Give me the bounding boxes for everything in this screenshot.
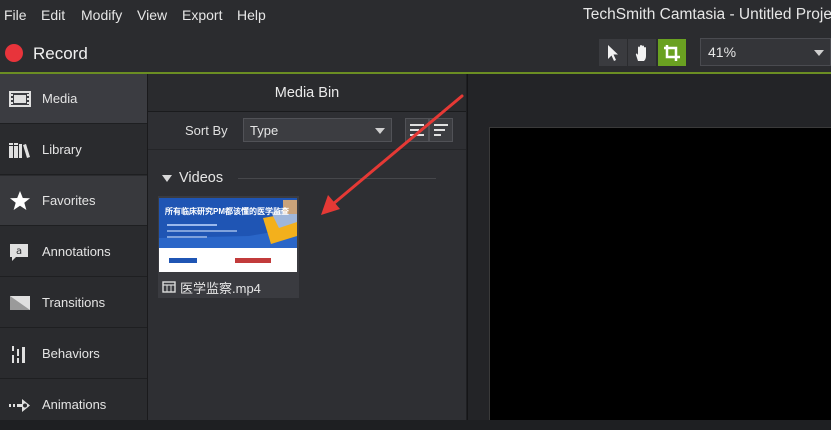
- zoom-value: 41%: [708, 44, 737, 60]
- sort-bar: Sort By Type: [148, 112, 466, 148]
- crop-icon: [664, 44, 680, 61]
- chevron-down-icon: [375, 128, 385, 134]
- sidebar-item-label: Behaviors: [42, 346, 100, 361]
- menu-edit[interactable]: Edit: [41, 7, 65, 23]
- sidebar-item-transitions[interactable]: Transitions: [0, 278, 147, 328]
- media-bin-panel: Media Bin Sort By Type Videos 所有临床研究PM都该…: [148, 74, 466, 420]
- panel-title: Media Bin: [274, 85, 340, 101]
- menu-help[interactable]: Help: [237, 7, 266, 23]
- behaviors-icon: [12, 346, 25, 363]
- svg-text:a: a: [16, 246, 22, 257]
- sidebar-item-media[interactable]: Media: [0, 74, 147, 124]
- record-label: Record: [33, 44, 88, 63]
- sidebar-item-behaviors[interactable]: Behaviors: [0, 329, 147, 379]
- crop-tool-button[interactable]: [658, 39, 686, 66]
- menu-export[interactable]: Export: [182, 7, 222, 23]
- sidebar-item-label: Favorites: [42, 193, 96, 208]
- caret-down-icon: [162, 175, 172, 182]
- sort-label: Sort By: [185, 123, 228, 138]
- transition-icon: [10, 296, 30, 310]
- sidebar-item-label: Media: [42, 91, 78, 106]
- zoom-dropdown[interactable]: 41%: [700, 38, 831, 66]
- detail-view-icon: [434, 124, 448, 136]
- sidebar-item-label: Annotations: [42, 244, 111, 259]
- video-thumbnail: 所有临床研究PM都该懂的医学监查: [159, 198, 297, 272]
- sort-value: Type: [250, 123, 279, 138]
- record-icon: [5, 44, 23, 62]
- speech-bubble-icon: a: [10, 244, 28, 261]
- menu-view[interactable]: View: [137, 7, 167, 23]
- animation-arrow-icon: [9, 399, 30, 412]
- menu-bar: File Edit Modify View Export Help TechSm…: [0, 0, 831, 30]
- list-view-button[interactable]: [405, 118, 429, 142]
- chevron-down-icon: [814, 50, 824, 56]
- divider: [148, 149, 466, 150]
- video-file-icon: [162, 281, 176, 293]
- preview-area: [467, 74, 831, 420]
- menu-modify[interactable]: Modify: [81, 7, 122, 23]
- toolbar: Record 41%: [0, 30, 831, 74]
- sidebar-item-annotations[interactable]: a Annotations: [0, 227, 147, 277]
- sidebar-item-library[interactable]: Library: [0, 125, 147, 175]
- pointer-tool-button[interactable]: [599, 39, 627, 66]
- detail-view-button[interactable]: [429, 118, 453, 142]
- hand-icon: [635, 44, 646, 61]
- film-icon: [9, 91, 31, 107]
- media-bin-header: Media Bin: [148, 74, 466, 112]
- sidebar-item-label: Animations: [42, 397, 107, 412]
- menu-file[interactable]: File: [4, 7, 27, 23]
- sort-dropdown[interactable]: Type: [243, 118, 392, 142]
- sidebar: Media Library Favorites a Annotations Tr…: [0, 74, 148, 420]
- canvas[interactable]: [489, 127, 831, 420]
- media-item[interactable]: 所有临床研究PM都该懂的医学监查 医学监察.mp4: [158, 196, 299, 298]
- app-title: TechSmith Camtasia - Untitled Proje: [583, 6, 831, 23]
- pan-tool-button[interactable]: [628, 39, 656, 66]
- star-icon: [10, 191, 30, 210]
- sidebar-item-label: Transitions: [42, 295, 106, 310]
- section-label: Videos: [179, 170, 224, 186]
- thumbnail-title: 所有临床研究PM都该懂的医学监查: [165, 207, 289, 216]
- list-view-icon: [410, 124, 424, 136]
- section-divider: [238, 178, 436, 179]
- books-icon: [9, 143, 30, 158]
- sidebar-item-label: Library: [42, 142, 82, 157]
- sidebar-item-favorites[interactable]: Favorites: [0, 176, 147, 226]
- media-item-name: 医学监察.mp4: [180, 281, 261, 296]
- pointer-icon: [608, 44, 618, 61]
- sidebar-item-animations[interactable]: Animations: [0, 380, 147, 430]
